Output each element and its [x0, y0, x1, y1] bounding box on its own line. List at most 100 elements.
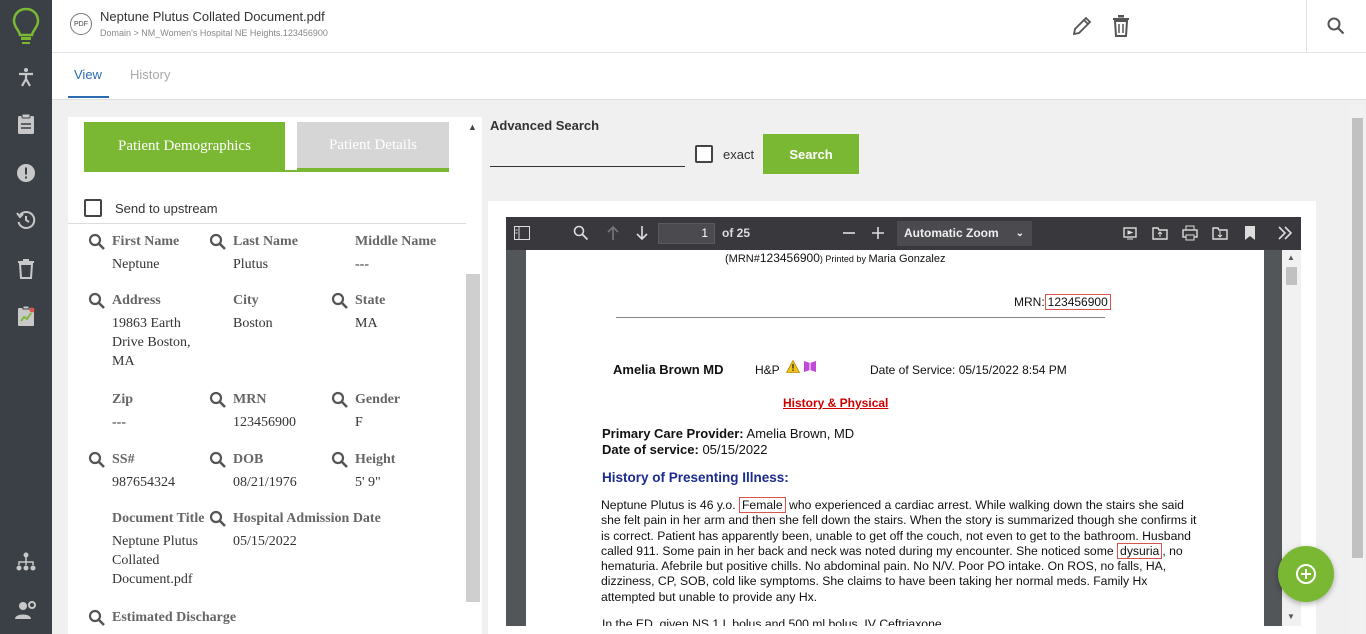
- bookmark-icon[interactable]: [1241, 224, 1259, 242]
- dos-line: Date of service: 05/15/2022: [602, 442, 768, 457]
- search-icon[interactable]: [209, 451, 227, 469]
- field-value: 987654324: [112, 475, 175, 490]
- field-address: Address 19863 Earth Drive Boston, MA: [88, 292, 212, 371]
- search-icon[interactable]: [209, 391, 227, 409]
- field-value: Neptune: [112, 257, 160, 272]
- note-type: H&P: [755, 363, 780, 377]
- field-label: Hospital Admission Date: [233, 511, 381, 526]
- add-button[interactable]: [1278, 546, 1334, 602]
- field-value: ---: [112, 415, 126, 430]
- pdf-viewer-container: 1 of 25 Automatic Zoom ⌄ (MRN#123456900)…: [488, 201, 1316, 634]
- search-icon[interactable]: [209, 233, 227, 251]
- patient-panel: Patient Demographics Patient Details Sen…: [68, 117, 482, 634]
- left-nav-rail: [0, 0, 52, 634]
- hpi-paragraph: Neptune Plutus is 46 y.o. Female who exp…: [601, 497, 1201, 605]
- tab-view[interactable]: View: [74, 67, 102, 82]
- document-title: Neptune Plutus Collated Document.pdf: [100, 9, 325, 24]
- mrn-header: MRN: 123456900: [1014, 294, 1111, 310]
- page-scrollbar[interactable]: [1350, 104, 1365, 634]
- search-icon[interactable]: [331, 391, 349, 409]
- field-label: City: [233, 293, 259, 308]
- tab-history[interactable]: History: [130, 67, 170, 82]
- pcp-label: Primary Care Provider:: [602, 426, 744, 441]
- tab-patient-demographics[interactable]: Patient Demographics: [84, 122, 285, 170]
- find-icon[interactable]: [572, 224, 590, 242]
- field-zip: Zip ---: [112, 392, 133, 432]
- next-page-icon[interactable]: [633, 224, 651, 242]
- search-icon[interactable]: [88, 451, 106, 469]
- field-label: Estimated Discharge: [112, 610, 237, 625]
- sidebar-toggle-icon[interactable]: [513, 224, 531, 242]
- section-title: History & Physical: [783, 396, 889, 410]
- accessibility-icon[interactable]: [14, 65, 38, 89]
- open-file-icon[interactable]: [1151, 224, 1169, 242]
- search-icon[interactable]: [331, 292, 349, 310]
- provider-name: Amelia Brown MD: [613, 362, 724, 377]
- user-settings-icon[interactable]: [14, 598, 38, 622]
- zoom-select[interactable]: Automatic Zoom ⌄: [897, 221, 1032, 246]
- alert-icon[interactable]: [14, 161, 38, 185]
- page-scroll-thumb[interactable]: [1352, 118, 1363, 558]
- field-value: F: [355, 415, 363, 430]
- hierarchy-icon[interactable]: [14, 550, 38, 574]
- report-icon[interactable]: [14, 304, 38, 328]
- printed-by-line: (MRN#123456900) Printed by Maria Gonzale…: [725, 251, 946, 265]
- trash-icon[interactable]: [14, 257, 38, 281]
- header-rule: [616, 317, 1105, 318]
- send-upstream-option[interactable]: Send to upstream: [84, 199, 218, 217]
- scroll-thumb[interactable]: [1286, 267, 1297, 285]
- printed-by-prefix: (MRN#: [725, 253, 760, 265]
- advanced-search-input[interactable]: [490, 144, 685, 167]
- search-icon[interactable]: [88, 292, 106, 310]
- presentation-mode-icon[interactable]: [1121, 224, 1139, 242]
- view-tabs: View History: [52, 53, 1366, 100]
- panel-scrollbar[interactable]: [466, 274, 480, 602]
- mrn-header-value: 123456900: [1044, 294, 1111, 310]
- exact-option[interactable]: exact: [695, 145, 754, 163]
- page-number-input[interactable]: 1: [658, 223, 715, 244]
- search-icon[interactable]: [209, 510, 227, 528]
- search-icon[interactable]: [1324, 14, 1348, 38]
- zoom-in-icon[interactable]: [869, 224, 887, 242]
- collapse-arrow-icon[interactable]: ▲: [468, 122, 477, 132]
- pdf-document-area[interactable]: (MRN#123456900) Printed by Maria Gonzale…: [506, 250, 1301, 626]
- search-icon[interactable]: [88, 233, 106, 251]
- tools-menu-icon[interactable]: [1276, 224, 1294, 242]
- previous-page-icon[interactable]: [604, 224, 622, 242]
- zoom-out-icon[interactable]: [840, 224, 858, 242]
- field-city: City Boston: [233, 293, 273, 333]
- lightbulb-logo-icon[interactable]: [10, 6, 42, 46]
- field-mrn: MRN 123456900: [209, 391, 296, 432]
- print-icon[interactable]: [1181, 224, 1199, 242]
- field-ssn: SS# 987654324: [88, 451, 175, 492]
- tab-patient-details[interactable]: Patient Details: [297, 122, 449, 170]
- search-icon[interactable]: [331, 451, 349, 469]
- field-document-title: Document Title Neptune Plutus Collated D…: [112, 511, 212, 589]
- printed-by-mrn: 123456900: [759, 251, 820, 265]
- scroll-up-icon[interactable]: ▲: [1287, 253, 1295, 262]
- field-label: MRN: [233, 392, 267, 407]
- dos-label: Date of service:: [602, 442, 699, 457]
- scroll-down-icon[interactable]: ▼: [1287, 612, 1295, 621]
- history-icon[interactable]: [14, 208, 38, 232]
- send-upstream-checkbox[interactable]: [84, 199, 102, 217]
- download-icon[interactable]: [1211, 224, 1229, 242]
- field-value: Boston: [233, 316, 273, 331]
- clipboard-icon[interactable]: [14, 112, 38, 136]
- exact-checkbox[interactable]: [695, 145, 713, 163]
- chevron-down-icon: ⌄: [1015, 228, 1024, 239]
- document-header: PDF Neptune Plutus Collated Document.pdf…: [52, 0, 1366, 53]
- field-admission-date: Hospital Admission Date 05/15/2022: [209, 510, 381, 551]
- field-last-name: Last Name Plutus: [209, 233, 298, 274]
- search-icon[interactable]: [88, 609, 106, 627]
- edit-icon[interactable]: [1070, 14, 1094, 38]
- field-estimated-discharge: Estimated Discharge: [88, 609, 237, 626]
- field-value: 08/21/1976: [233, 475, 297, 490]
- pcp-value: Amelia Brown, MD: [746, 426, 855, 441]
- search-button[interactable]: Search: [763, 134, 859, 174]
- exact-label: exact: [723, 146, 755, 162]
- zoom-value: Automatic Zoom: [904, 226, 999, 240]
- delete-icon[interactable]: [1109, 14, 1133, 38]
- field-value: 5' 9": [355, 475, 381, 490]
- send-upstream-label: Send to upstream: [115, 200, 218, 216]
